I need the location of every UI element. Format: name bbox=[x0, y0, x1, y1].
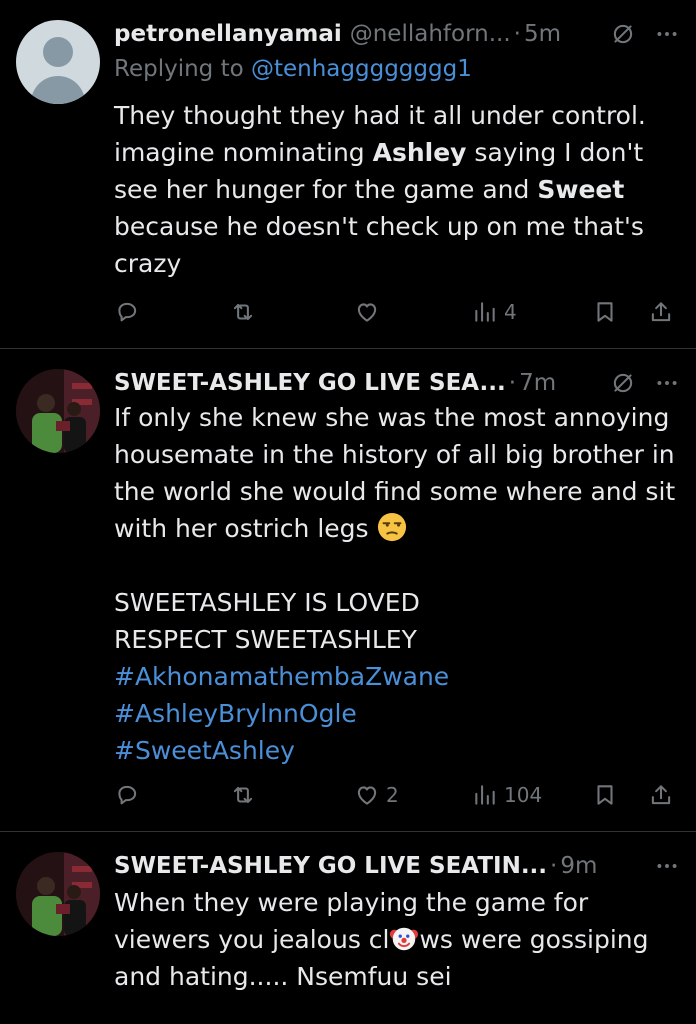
views-icon bbox=[472, 299, 498, 325]
like-button[interactable] bbox=[354, 294, 386, 330]
reply-mention-link[interactable]: @tenhagggggggg1 bbox=[251, 56, 472, 82]
views-button[interactable]: 4 bbox=[472, 294, 517, 330]
action-bar: 4 bbox=[114, 294, 680, 330]
text-line: crazy bbox=[114, 249, 182, 278]
more-icon[interactable] bbox=[654, 21, 680, 47]
retweet-button[interactable] bbox=[230, 777, 256, 813]
like-button[interactable]: 2 bbox=[354, 777, 399, 813]
more-icon[interactable] bbox=[654, 370, 680, 396]
display-name[interactable]: petronellanyamai bbox=[114, 21, 342, 47]
avatar[interactable] bbox=[16, 852, 100, 936]
unamused-face-emoji bbox=[377, 512, 407, 542]
bookmark-button[interactable] bbox=[592, 294, 618, 330]
text-line: When they were playing the game for bbox=[114, 888, 589, 917]
retweet-button[interactable] bbox=[230, 294, 256, 330]
clown-face-emoji bbox=[389, 923, 419, 953]
retweet-icon bbox=[230, 299, 256, 325]
tweet-text: When they were playing the game for view… bbox=[114, 884, 676, 995]
default-avatar-icon bbox=[30, 37, 86, 104]
tweet-text: They thought they had it all under contr… bbox=[114, 97, 676, 282]
tweet-text: If only she knew she was the most annoyi… bbox=[114, 399, 676, 769]
view-count: 4 bbox=[504, 300, 517, 324]
tweet-3[interactable]: SWEET-ASHLEY GO LIVE SEATIN... · 9m When… bbox=[0, 832, 696, 1024]
share-icon bbox=[648, 782, 674, 808]
share-button[interactable] bbox=[648, 294, 674, 330]
hashtag-link[interactable]: #AkhonamathembaZwane bbox=[114, 658, 676, 695]
grok-icon[interactable] bbox=[610, 370, 636, 396]
tweet-2[interactable]: SWEET-ASHLEY GO LIVE SEA... · 7m If only… bbox=[0, 349, 696, 831]
view-count: 104 bbox=[504, 783, 543, 807]
text-line: If only she knew she was the most annoyi… bbox=[114, 403, 670, 432]
views-icon bbox=[472, 782, 498, 808]
tweet-header: petronellanyamai @nellahforn... · 5m bbox=[114, 14, 680, 54]
display-name[interactable]: SWEET-ASHLEY GO LIVE SEATIN... bbox=[114, 853, 547, 879]
bookmark-icon bbox=[592, 782, 618, 808]
grok-icon[interactable] bbox=[610, 21, 636, 47]
display-name[interactable]: SWEET-ASHLEY GO LIVE SEA... bbox=[114, 370, 506, 396]
share-button[interactable] bbox=[648, 777, 674, 813]
avatar[interactable] bbox=[16, 369, 100, 453]
text-line: They thought they had it all under contr… bbox=[114, 101, 646, 130]
views-button[interactable]: 104 bbox=[472, 777, 542, 813]
reply-button[interactable] bbox=[114, 777, 140, 813]
text-line: housemate in the history of all big brot… bbox=[114, 440, 675, 469]
timestamp[interactable]: 5m bbox=[524, 21, 561, 47]
text-line: viewers you jealous cl ws were gossiping bbox=[114, 923, 649, 954]
retweet-icon bbox=[230, 782, 256, 808]
like-icon bbox=[354, 782, 380, 808]
more-icon[interactable] bbox=[654, 853, 680, 879]
replying-to-label: Replying to bbox=[114, 56, 244, 82]
bookmark-button[interactable] bbox=[592, 777, 618, 813]
action-bar: 2 104 bbox=[114, 777, 680, 813]
text-line: imagine nominating Ashley saying I don't bbox=[114, 138, 644, 167]
hashtag-link[interactable]: #SweetAshley bbox=[114, 732, 676, 769]
reply-icon bbox=[114, 782, 140, 808]
timestamp[interactable]: 9m bbox=[560, 853, 597, 879]
text-line: the world she would find some where and … bbox=[114, 477, 676, 506]
hashtag-link[interactable]: #AshleyBrylnnOgle bbox=[114, 695, 676, 732]
share-icon bbox=[648, 299, 674, 325]
separator-dot: · bbox=[550, 853, 558, 879]
bookmark-icon bbox=[592, 299, 618, 325]
username[interactable]: @nellahforn... bbox=[350, 21, 511, 47]
profile-photo bbox=[16, 852, 100, 936]
separator-dot: · bbox=[513, 21, 521, 47]
tweet-header: SWEET-ASHLEY GO LIVE SEA... · 7m bbox=[114, 363, 680, 403]
avatar[interactable] bbox=[16, 20, 100, 104]
like-count: 2 bbox=[386, 783, 399, 807]
timestamp[interactable]: 7m bbox=[519, 370, 556, 396]
text-line: because he doesn't check up on me that's bbox=[114, 212, 644, 241]
reply-button[interactable] bbox=[114, 294, 140, 330]
text-line: see her hunger for the game and Sweet bbox=[114, 175, 625, 204]
text-line: SWEETASHLEY IS LOVED bbox=[114, 588, 420, 617]
profile-photo bbox=[16, 369, 100, 453]
like-icon bbox=[354, 299, 380, 325]
reply-icon bbox=[114, 299, 140, 325]
tweet-header: SWEET-ASHLEY GO LIVE SEATIN... · 9m bbox=[114, 846, 680, 886]
text-line: and hating..... Nsemfuu sei bbox=[114, 962, 452, 991]
replying-to: Replying to @tenhagggggggg1 bbox=[114, 56, 472, 82]
text-line: RESPECT SWEETASHLEY bbox=[114, 625, 417, 654]
tweet-1[interactable]: petronellanyamai @nellahforn... · 5m Rep… bbox=[0, 0, 696, 348]
separator-dot: · bbox=[508, 370, 517, 396]
text-line: with her ostrich legs bbox=[114, 510, 676, 547]
